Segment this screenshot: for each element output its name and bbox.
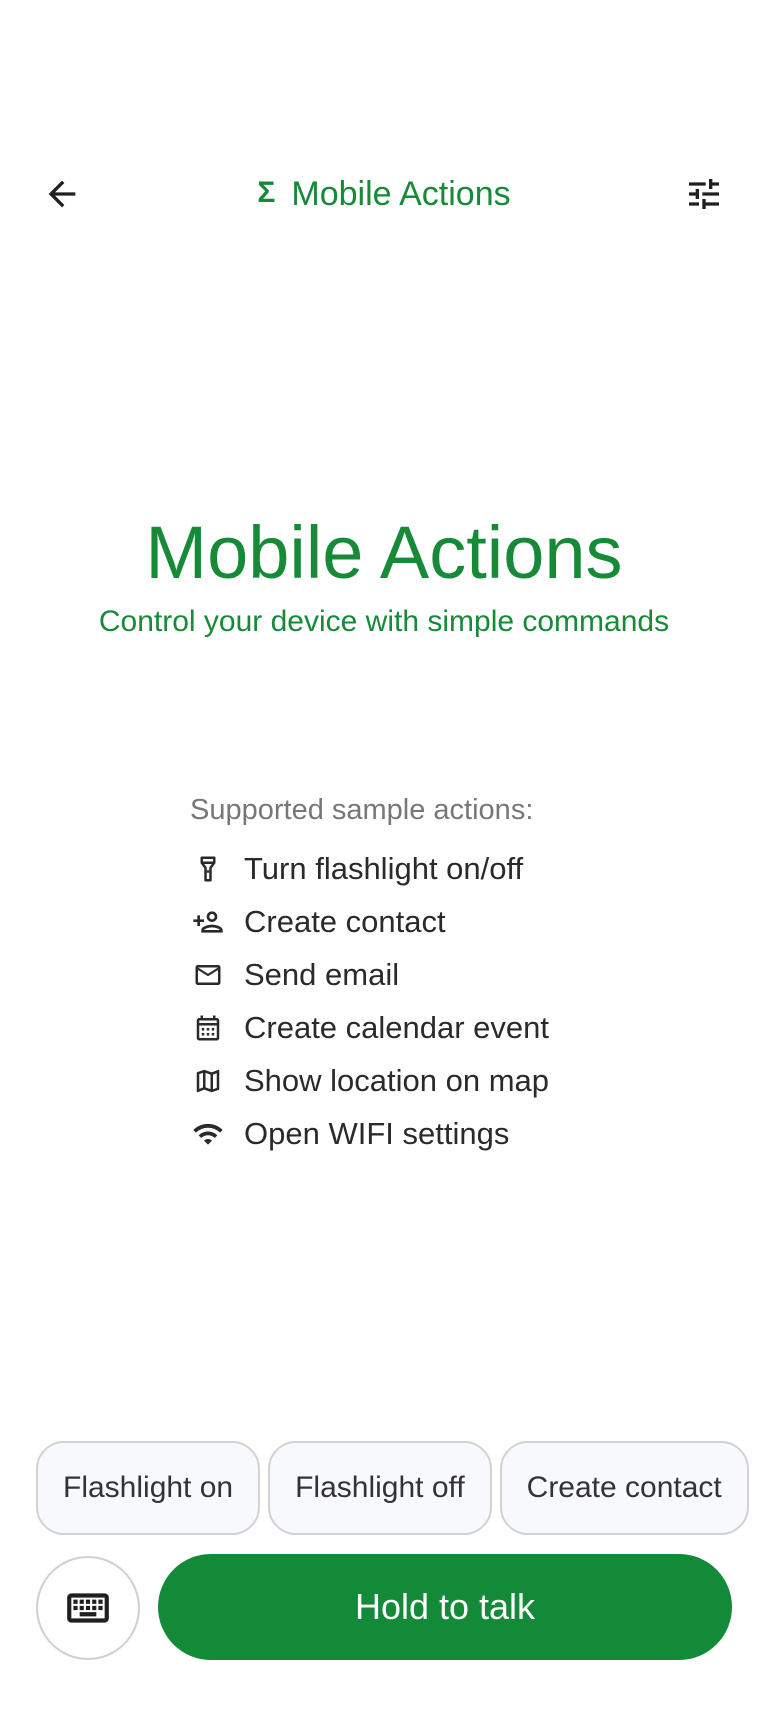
hero-title: Mobile Actions [145, 511, 623, 594]
keyboard-button[interactable] [36, 1556, 140, 1660]
calendar-icon [190, 1010, 226, 1046]
suggestion-chips[interactable]: Flashlight on Flashlight off Create contac… [36, 1441, 768, 1537]
action-label: Turn flashlight on/off [244, 850, 524, 886]
chip-flashlight-on[interactable]: Flashlight on [36, 1441, 261, 1535]
action-label: Send email [244, 956, 400, 992]
action-item-calendar-event: Create calendar event [190, 1001, 710, 1054]
settings-button[interactable] [676, 166, 732, 222]
app-title-text: Mobile Actions [291, 174, 511, 213]
map-icon [190, 1063, 226, 1099]
flashlight-icon [190, 851, 226, 887]
hold-to-talk-button[interactable]: Hold to talk [158, 1554, 732, 1660]
action-item-map-location: Show location on map [190, 1054, 710, 1107]
action-label: Create calendar event [244, 1009, 550, 1045]
top-bar: Σ Mobile Actions [0, 146, 768, 242]
supported-actions-heading: Supported sample actions: [190, 794, 534, 826]
person-add-icon [190, 904, 226, 940]
action-item-create-contact: Create contact [190, 895, 710, 948]
app-title: Σ Mobile Actions [0, 146, 768, 242]
hero-section: Mobile Actions Control your device with … [0, 510, 768, 642]
action-label: Show location on map [244, 1062, 550, 1098]
supported-actions: Supported sample actions: Turn flashligh… [190, 790, 710, 1160]
sigma-icon: Σ [257, 176, 276, 209]
hero-subtitle: Control your device with simple commands [98, 605, 670, 638]
wifi-icon [190, 1116, 226, 1152]
mail-icon [190, 957, 226, 993]
action-label: Open WIFI settings [244, 1115, 510, 1151]
action-label: Create contact [244, 903, 446, 939]
action-item-send-email: Send email [190, 948, 710, 1001]
tune-icon [689, 179, 719, 209]
chip-create-contact[interactable]: Create contact [499, 1441, 749, 1535]
action-item-wifi-settings: Open WIFI settings [190, 1107, 710, 1160]
keyboard-icon [67, 1593, 109, 1623]
action-item-flashlight: Turn flashlight on/off [190, 842, 710, 895]
chip-flashlight-off[interactable]: Flashlight off [268, 1441, 492, 1535]
hold-to-talk-label: Hold to talk [354, 1586, 536, 1627]
